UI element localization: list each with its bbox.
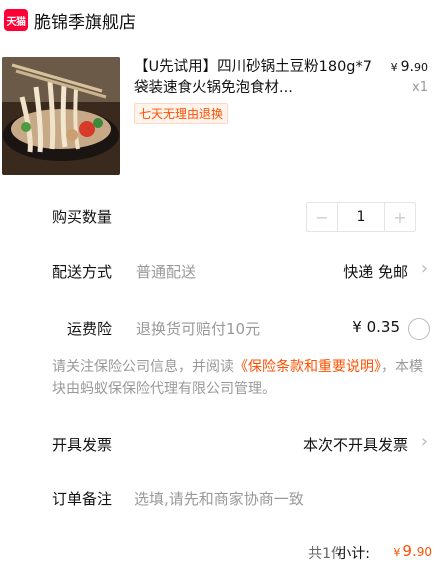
delivery-label: 配送方式 bbox=[52, 263, 113, 281]
delivery-value[interactable]: 快递 免邮 bbox=[343, 261, 408, 282]
minus-button[interactable]: − bbox=[307, 203, 337, 231]
product-quantity: x1 bbox=[412, 80, 428, 95]
subtotal-label: 小计: bbox=[337, 546, 370, 562]
plus-button[interactable]: + bbox=[385, 203, 415, 231]
noodle-bowl-image bbox=[2, 57, 120, 175]
product-title[interactable]: 【U先试用】四川砂锅土豆粉180g*7袋装速食火锅免泡食材... bbox=[134, 57, 374, 99]
currency-symbol: ¥ bbox=[393, 546, 401, 559]
shipping-insurance-label: 运费险 bbox=[67, 320, 113, 338]
product-price: ¥9.90 bbox=[391, 59, 428, 75]
insurance-radio-button[interactable] bbox=[408, 318, 430, 340]
store-name[interactable]: 脆锦季旗舰店 bbox=[34, 8, 136, 33]
order-remark-input[interactable]: 选填,请先和商家协商一致 bbox=[134, 488, 304, 509]
product-image[interactable] bbox=[2, 57, 120, 175]
subtotal-amount: ¥9.90 bbox=[393, 542, 432, 560]
quantity-value[interactable]: 1 bbox=[337, 203, 385, 231]
invoice-label: 开具发票 bbox=[52, 436, 113, 454]
total-int: 9. bbox=[402, 542, 417, 560]
invoice-value[interactable]: 本次不开具发票 bbox=[303, 434, 408, 455]
tmall-logo-icon: 天猫 bbox=[4, 9, 28, 31]
shipping-insurance-price: ¥ 0.35 bbox=[352, 318, 400, 336]
delivery-type: 普通配送 bbox=[136, 263, 197, 281]
chevron-right-icon[interactable]: › bbox=[421, 258, 428, 279]
price-dec: 90 bbox=[414, 61, 428, 74]
total-dec: 90 bbox=[416, 545, 432, 559]
chevron-right-icon[interactable]: › bbox=[421, 431, 428, 452]
insurance-terms-link[interactable]: 《保险条款和重要说明》 bbox=[234, 359, 381, 375]
insurance-notice: 请关注保险公司信息，并阅读《保险条款和重要说明》，本模块由蚂蚁保保险代理有限公司… bbox=[52, 356, 432, 400]
buy-quantity-label: 购买数量 bbox=[52, 208, 113, 226]
price-int: 9. bbox=[400, 59, 414, 75]
order-remark-label: 订单备注 bbox=[52, 490, 113, 508]
quantity-stepper[interactable]: − 1 + bbox=[306, 202, 416, 232]
notice-prefix: 请关注保险公司信息，并阅读 bbox=[52, 359, 234, 375]
shipping-insurance-desc: 退换货可赔付10元 bbox=[136, 320, 261, 338]
currency-symbol: ¥ bbox=[390, 61, 398, 74]
return-policy-badge: 七天无理由退换 bbox=[134, 103, 229, 124]
